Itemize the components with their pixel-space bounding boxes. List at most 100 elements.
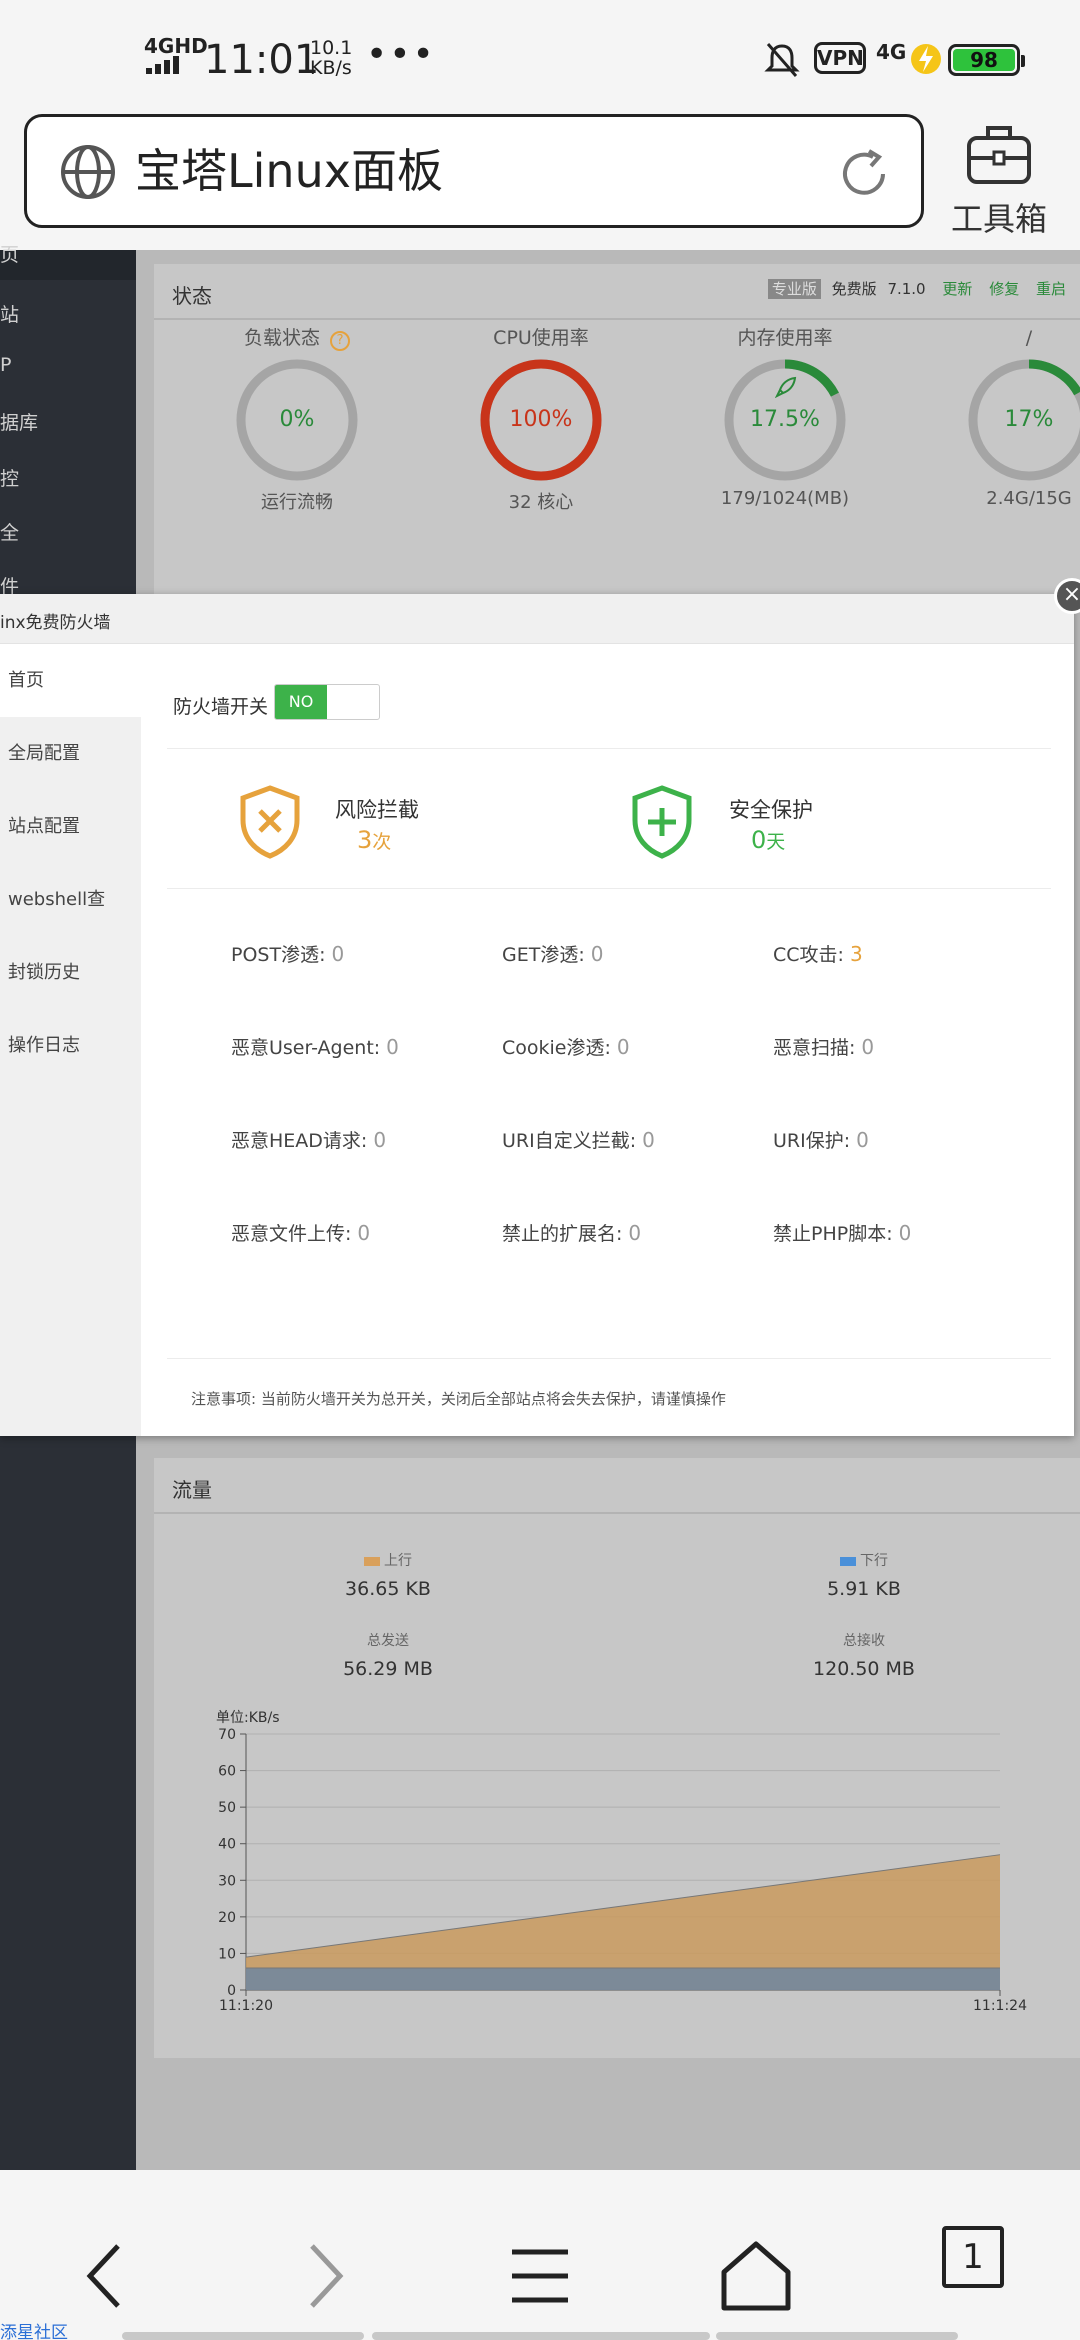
nav-item-home[interactable]: 页	[0, 246, 136, 280]
reload-icon[interactable]	[835, 145, 893, 203]
browser-bottom-nav	[0, 2170, 1080, 2340]
stat-value: 0	[856, 1128, 869, 1152]
menu-item-global-config[interactable]: 全局配置	[0, 717, 141, 790]
gauge-sub: 运行流畅	[261, 492, 333, 513]
traffic-title: 流量	[172, 1478, 212, 1502]
dialog-header: inx免费防火墙	[0, 594, 1074, 644]
restart-link[interactable]: 重启	[1036, 280, 1066, 298]
menu-item-webshell[interactable]: webshell查	[0, 863, 141, 936]
address-bar[interactable]: 宝塔Linux面板	[24, 114, 924, 228]
traffic-up-label: 上行	[288, 1550, 488, 1570]
pro-badge[interactable]: 专业版	[767, 279, 821, 299]
safe-count-value: 0	[751, 826, 767, 854]
scroll-indicator	[372, 2332, 710, 2340]
globe-icon	[61, 145, 115, 199]
tabs-button[interactable]: 1	[942, 2226, 1004, 2288]
gauge-label: /	[1025, 327, 1033, 349]
community-link[interactable]: 添星社区	[0, 2318, 68, 2340]
traffic-sent-value: 56.29 MB	[343, 1658, 433, 1680]
y-axis-label: 单位:KB/s	[216, 1710, 280, 1726]
gauge-sub: 179/1024(MB)	[720, 488, 850, 509]
stat-value: 0	[373, 1128, 387, 1152]
traffic-down-label-text: 下行	[860, 1553, 888, 1569]
gauge-disk: / 17% 2.4G/15G	[914, 324, 1080, 509]
speed-unit: KB/s	[310, 57, 352, 79]
stat-item: CC攻击: 3	[773, 940, 863, 967]
stat-value: 0	[628, 1221, 642, 1245]
gauge-value: 17%	[1004, 407, 1054, 432]
nav-item-site[interactable]: 站	[0, 300, 136, 327]
rocket-icon[interactable]	[775, 376, 797, 398]
traffic-up-label-text: 上行	[384, 1553, 412, 1569]
up-swatch	[364, 1556, 380, 1566]
y-tick-label: 60	[218, 1764, 236, 1780]
y-tick-label: 10	[218, 1946, 236, 1962]
gauge-cpu: CPU使用率 100% 32 核心	[426, 324, 656, 514]
gauge-sub: 2.4G/15G	[986, 488, 1072, 509]
stat-item: 禁止PHP脚本: 0	[773, 1219, 911, 1246]
stat-label: POST渗透:	[231, 944, 326, 966]
stat-label: 恶意扫描:	[773, 1037, 856, 1059]
mute-bell-icon	[764, 43, 800, 77]
charging-icon	[911, 44, 941, 74]
menu-icon[interactable]	[490, 2226, 590, 2326]
stat-value: 0	[590, 942, 604, 966]
gauge-label: 负载状态 ?	[182, 324, 412, 352]
stat-value: 0	[642, 1128, 655, 1152]
toolbox-icon	[967, 126, 1031, 184]
menu-item-home[interactable]: 首页	[0, 644, 141, 717]
traffic-recv-label: 总接收	[843, 1633, 885, 1649]
update-link[interactable]: 更新	[942, 280, 972, 298]
signal-icon	[146, 56, 179, 74]
battery-level: 98	[953, 49, 1015, 71]
y-tick-label: 70	[218, 1727, 236, 1743]
gauge-ring[interactable]: 17.5%	[723, 358, 847, 482]
free-label: 免费版	[831, 280, 877, 298]
toolbox-button[interactable]: 工具箱	[944, 116, 1054, 238]
stat-item: POST渗透: 0	[231, 940, 344, 967]
nav-item-security[interactable]: 全	[0, 518, 136, 545]
menu-item-block-history[interactable]: 封锁历史	[0, 936, 141, 1009]
home-icon[interactable]	[706, 2226, 806, 2326]
more-icon: •••	[366, 34, 436, 75]
status-card-title: 状态	[172, 284, 212, 308]
traffic-card: 流量 上行 36.65 KB 下行 5.91 KB 总发送 56.29 MB 总…	[154, 1458, 1080, 2058]
stat-label: 恶意文件上传:	[231, 1223, 352, 1245]
version-number: 7.1.0	[887, 280, 926, 298]
stat-label: Cookie渗透:	[502, 1037, 611, 1059]
clock: 11:01	[204, 37, 320, 83]
traffic-down-label: 下行	[764, 1550, 964, 1570]
nav-item-database[interactable]: 据库	[0, 408, 136, 435]
stat-label: 恶意User-Agent:	[231, 1037, 381, 1059]
stat-label: URI自定义拦截:	[502, 1130, 637, 1152]
nav-item-ftp[interactable]: P	[0, 354, 136, 376]
traffic-chart: 单位:KB/s 0 10 20 30 40 50 60 70 11:1:20 11:1:24	[216, 1710, 1027, 2014]
back-icon[interactable]	[56, 2226, 156, 2326]
gauge-load: 负载状态 ? 0% 运行流畅	[182, 324, 412, 514]
version-info: 专业版 免费版 7.1.0 更新 修复 重启	[767, 278, 1066, 299]
help-icon[interactable]: ?	[330, 331, 351, 351]
divider	[167, 748, 1051, 749]
firewall-toggle[interactable]: NO	[274, 684, 380, 720]
traffic-up-value: 36.65 KB	[345, 1578, 431, 1600]
dialog-title: inx免费防火墙	[0, 613, 111, 633]
stat-value: 0	[386, 1035, 399, 1059]
repair-link[interactable]: 修复	[989, 280, 1019, 298]
network-speed: 10.1 KB/s	[310, 38, 352, 78]
y-tick-label: 20	[218, 1910, 236, 1926]
gauge-value: 0%	[279, 407, 315, 432]
nav-item-monitor[interactable]: 控	[0, 464, 136, 491]
stat-item: GET渗透: 0	[502, 940, 603, 967]
menu-item-operation-log[interactable]: 操作日志	[0, 1009, 141, 1082]
stat-item: 禁止的扩展名: 0	[502, 1219, 641, 1246]
stat-label: CC攻击:	[773, 944, 844, 966]
stat-item: Cookie渗透: 0	[502, 1033, 630, 1060]
gauge-ring: 0%	[235, 358, 359, 482]
firewall-dialog: inx免费防火墙 首页 全局配置 站点配置 webshell查 封锁历史 操作日…	[0, 594, 1074, 1436]
menu-item-site-config[interactable]: 站点配置	[0, 790, 141, 863]
y-tick-label: 50	[218, 1800, 236, 1816]
traffic-down-value: 5.91 KB	[827, 1578, 901, 1600]
forward-icon[interactable]	[274, 2226, 374, 2326]
safe-count: 0天	[751, 826, 785, 854]
stat-label: GET渗透:	[502, 944, 585, 966]
